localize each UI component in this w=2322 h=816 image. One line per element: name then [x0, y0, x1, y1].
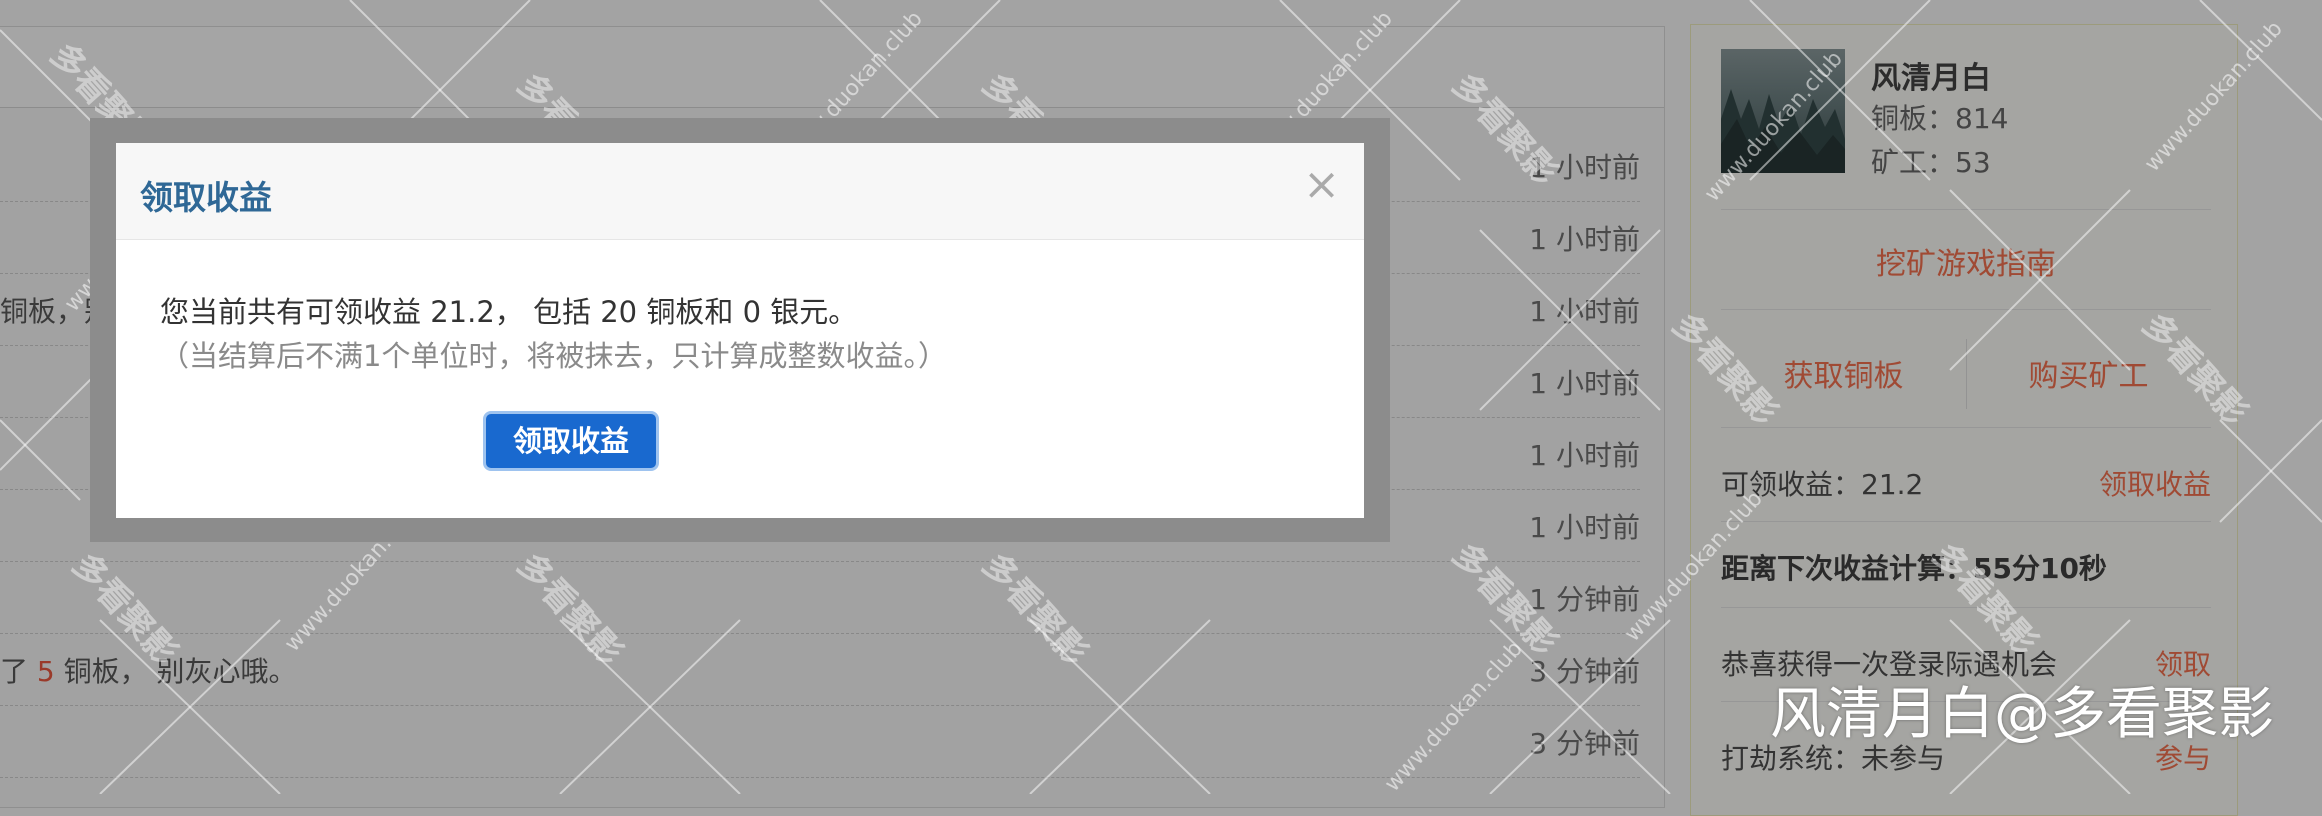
- lucky-label: 恭喜获得一次登录际遇机会: [1721, 648, 2058, 681]
- copper-count: 铜板：814: [1871, 102, 2009, 135]
- claimable-row: 可领收益：21.2 领取收益: [1721, 463, 2211, 503]
- claim-income-button[interactable]: 领取收益: [483, 411, 659, 471]
- feed-highlight-number: 5: [36, 655, 55, 688]
- rounding-note: （当结算后不满1个单位时，将被抹去，只计算成整数收益。）: [160, 339, 947, 373]
- dialog-header: 领取收益 ×: [116, 143, 1364, 240]
- rob-row: 打劫系统：未参与 参与: [1721, 737, 2211, 777]
- income-summary: 您当前共有可领收益 21.2， 包括 20 铜板和 0 银元。: [160, 295, 858, 329]
- forest-image: [1721, 89, 1845, 173]
- rob-join-link[interactable]: 参与: [2155, 737, 2211, 777]
- user-sidebar: 风清月白 铜板：814 矿工：53 挖矿游戏指南 获取铜板 购买矿工 可领收益：…: [1690, 24, 2238, 816]
- feed-text: 了 5 铜板， 别灰心哦。: [0, 650, 297, 690]
- feed-time: 3 分钟前: [1529, 655, 1640, 688]
- user-profile: 风清月白 铜板：814 矿工：53: [1721, 49, 2211, 210]
- close-icon[interactable]: ×: [1303, 163, 1340, 207]
- divider: [1721, 607, 2211, 608]
- feed-text-pre: 了: [0, 655, 37, 688]
- divider: [1721, 427, 2211, 428]
- claim-income-link[interactable]: 领取收益: [2099, 463, 2211, 503]
- dialog-title: 领取收益: [140, 178, 272, 217]
- feed-text-post: 铜板， 别灰心哦。: [54, 655, 297, 688]
- username: 风清月白: [1871, 61, 1991, 96]
- feed-time: 3 分钟前: [1529, 727, 1640, 760]
- get-copper-link[interactable]: 获取铜板: [1721, 351, 1966, 395]
- claimable-label: 可领收益：21.2: [1721, 468, 1924, 501]
- lucky-row: 恭喜获得一次登录际遇机会 领取: [1721, 643, 2211, 683]
- divider: [1721, 701, 2211, 702]
- avatar[interactable]: [1721, 49, 1845, 173]
- feed-row: 3 分钟前: [0, 706, 1640, 778]
- miner-count: 矿工：53: [1871, 146, 1991, 179]
- claim-income-dialog: 领取收益 × 您当前共有可领收益 21.2， 包括 20 铜板和 0 银元。 （…: [116, 143, 1364, 518]
- mining-guide-link[interactable]: 挖矿游戏指南: [1721, 239, 2211, 283]
- feed-time: 1 小时前: [1529, 151, 1640, 184]
- lucky-claim-link[interactable]: 领取: [2155, 643, 2211, 683]
- divider: [1721, 309, 2211, 310]
- main-header: [0, 27, 1664, 108]
- feed-time: 1 小时前: [1529, 223, 1640, 256]
- feed-row: 了 5 铜板， 别灰心哦。 3 分钟前: [0, 634, 1640, 706]
- next-calc-countdown: 距离下次收益计算：55分10秒: [1721, 552, 2107, 585]
- feed-time: 1 小时前: [1529, 439, 1640, 472]
- feed-time: 1 小时前: [1529, 295, 1640, 328]
- feed-time: 1 分钟前: [1529, 583, 1640, 616]
- divider: [1721, 521, 2211, 522]
- feed-row: 1 分钟前: [0, 562, 1640, 634]
- feed-time: 1 小时前: [1529, 367, 1640, 400]
- feed-time: 1 小时前: [1529, 511, 1640, 544]
- rob-label: 打劫系统：未参与: [1721, 742, 1946, 775]
- buy-miner-link[interactable]: 购买矿工: [1966, 351, 2211, 395]
